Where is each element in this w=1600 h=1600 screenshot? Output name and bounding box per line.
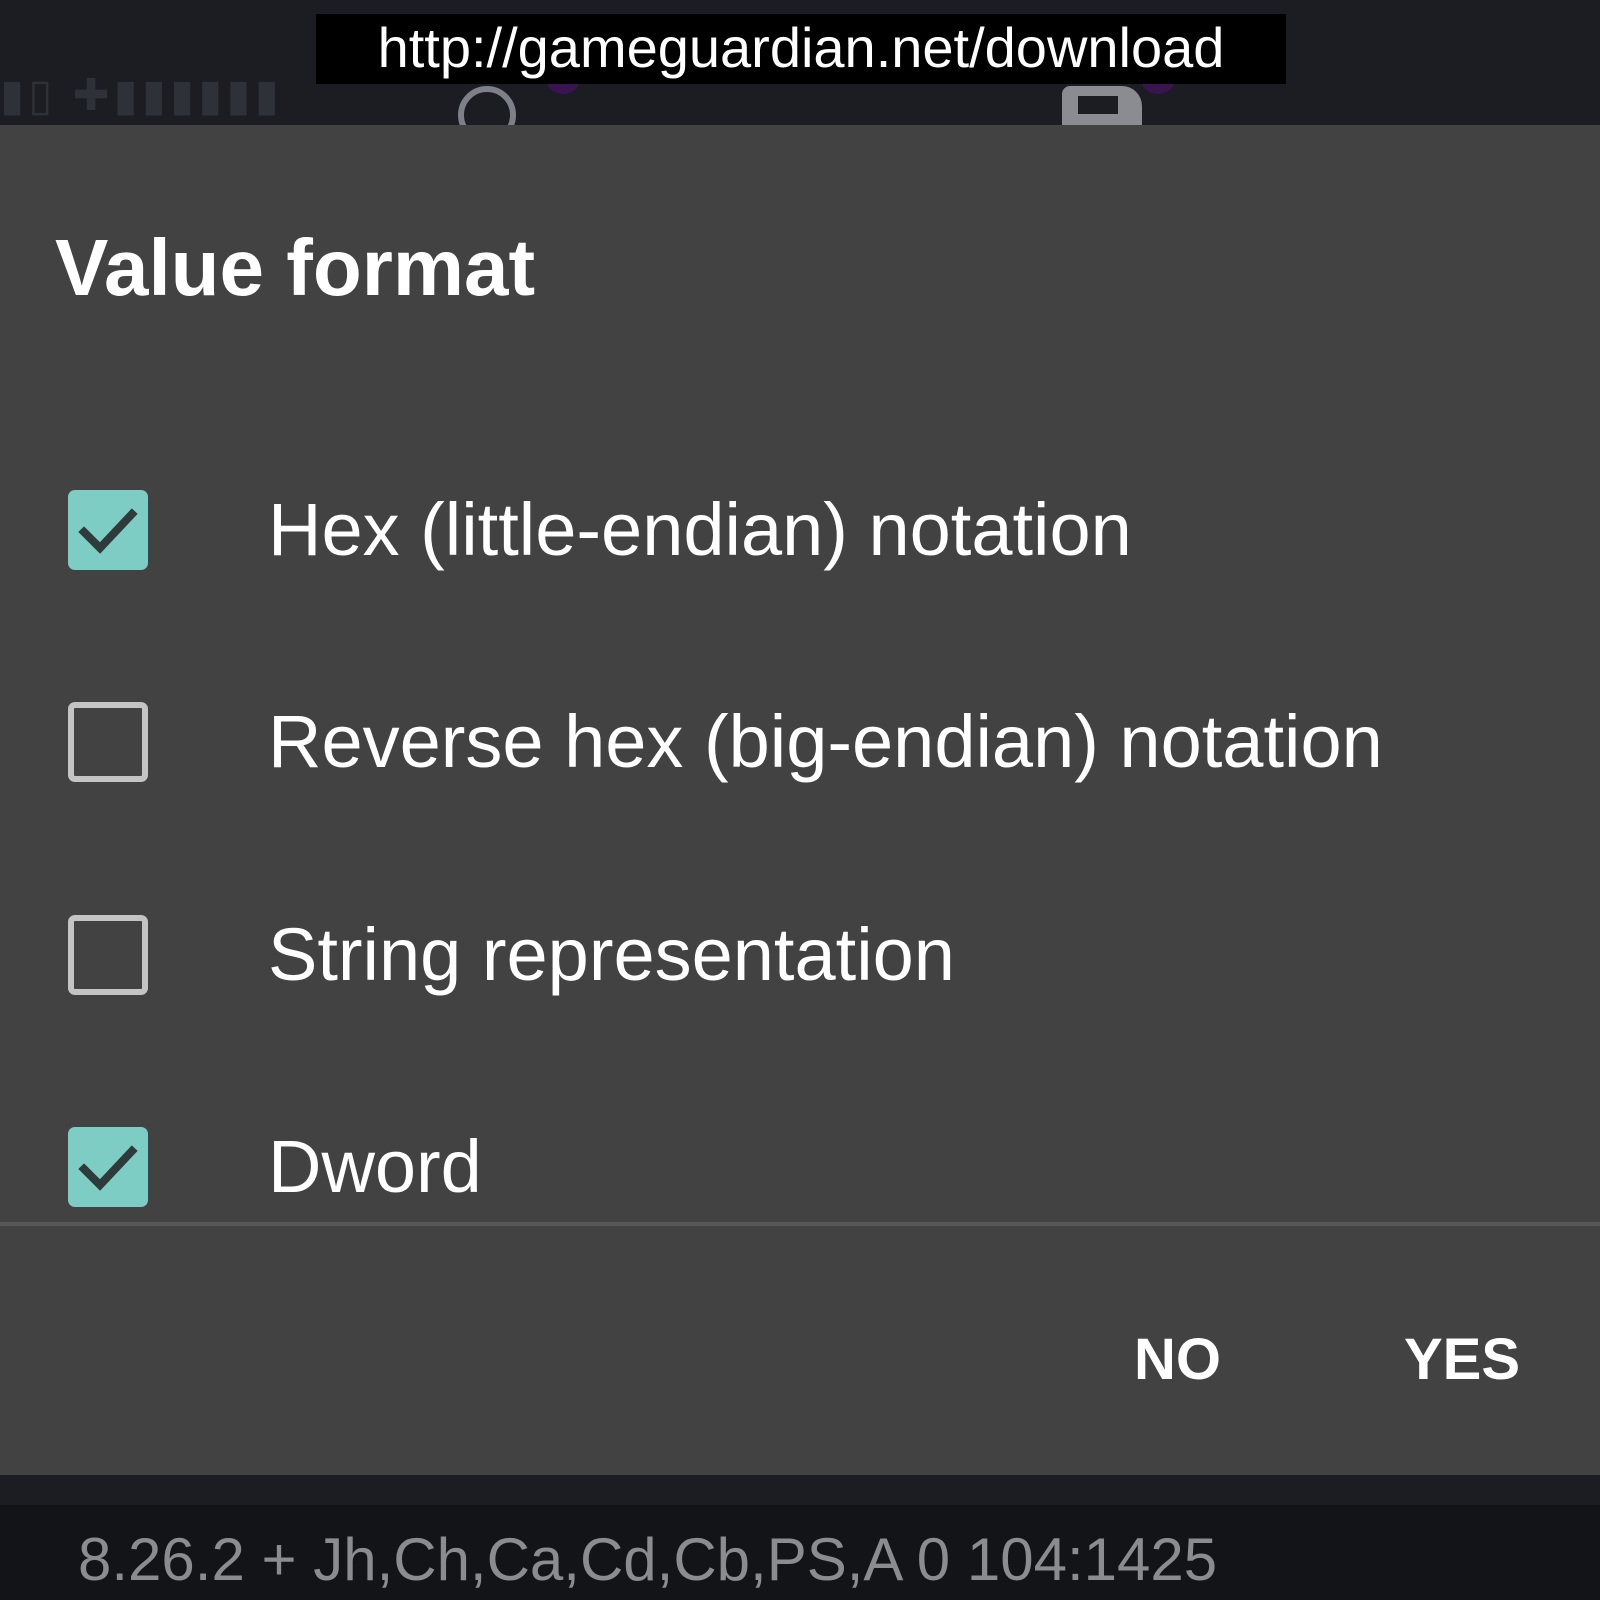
- checkbox-string-representation[interactable]: [68, 915, 148, 995]
- checkbox-reverse-hex-big-endian[interactable]: [68, 702, 148, 782]
- checkbox-hex-little-endian[interactable]: [68, 490, 148, 570]
- option-dword[interactable]: Dword: [0, 1102, 1600, 1232]
- search-icon: [458, 86, 516, 125]
- option-string-representation[interactable]: String representation: [0, 890, 1600, 1020]
- background-strip: [0, 1475, 1600, 1505]
- checkmark-icon: [78, 1145, 138, 1191]
- value-format-dialog: Value format Hex (little-endian) notatio…: [0, 125, 1600, 1475]
- no-button[interactable]: NO: [1134, 1325, 1221, 1395]
- checkmark-icon: [78, 508, 138, 554]
- url-banner: http://gameguardian.net/download: [316, 14, 1286, 84]
- status-text: 8.26.2 + Jh,Ch,Ca,Cd,Cb,PS,A 0 104:1425: [78, 1526, 1218, 1593]
- background-toolbar-shapes: ▮▯ ✚▮▮▮▮▮▮: [0, 71, 283, 120]
- yes-button[interactable]: YES: [1404, 1325, 1520, 1395]
- save-icon: [1062, 86, 1142, 125]
- option-label: Hex (little-endian) notation: [268, 488, 1132, 571]
- option-label: String representation: [268, 913, 955, 996]
- checkbox-dword[interactable]: [68, 1127, 148, 1207]
- dialog-title: Value format: [55, 223, 536, 312]
- option-hex-little-endian[interactable]: Hex (little-endian) notation: [0, 465, 1600, 595]
- status-bar: 8.26.2 + Jh,Ch,Ca,Cd,Cb,PS,A 0 104:1425: [0, 1475, 1600, 1600]
- option-label: Reverse hex (big-endian) notation: [268, 700, 1383, 783]
- option-reverse-hex-big-endian[interactable]: Reverse hex (big-endian) notation: [0, 677, 1600, 807]
- button-divider: [0, 1222, 1600, 1226]
- option-label: Dword: [268, 1125, 482, 1208]
